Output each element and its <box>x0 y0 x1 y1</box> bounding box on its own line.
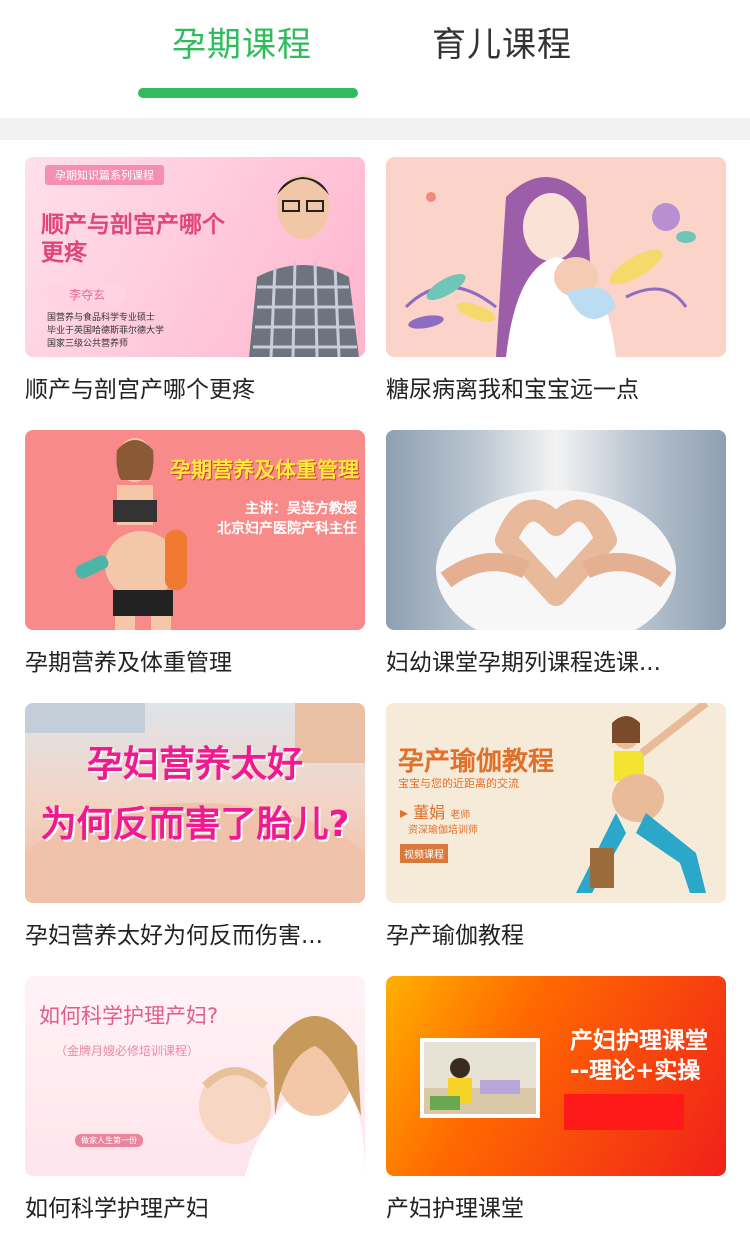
course-title[interactable]: 顺产与剖宫产哪个更疼 <box>25 374 365 406</box>
series-tag: 孕期知识篇系列课程 <box>45 165 164 185</box>
course-card[interactable]: 孕期知识篇系列课程 顺产与剖宫产哪个更疼 李夺玄 国营养与食品科学专业硕士 毕业… <box>25 157 365 403</box>
lecturer-photo <box>249 175 359 357</box>
course-thumbnail[interactable]: 孕产瑜伽教程 宝宝与您的近距离的交流 ▸ 董娟 老师 资深瑜伽培训师 视频课程 <box>386 703 726 903</box>
active-tab-indicator <box>138 88 358 98</box>
course-card[interactable]: 糖尿病离我和宝宝远一点 <box>386 157 726 403</box>
thumbnail-headline: 顺产与剖宫产哪个更疼 <box>41 212 225 266</box>
course-title[interactable]: 妇幼课堂孕期列课程选课... <box>386 647 726 679</box>
thumbnail-headline-line1: 孕妇营养太好 <box>86 744 303 785</box>
care-class-photo <box>420 1038 540 1118</box>
lecturer-title-line: 北京妇产医院产科主任 <box>217 521 357 537</box>
tab-pregnancy-courses[interactable]: 孕期课程 <box>172 22 312 68</box>
course-thumbnail[interactable]: 产妇护理课堂 --理论+实操 <box>386 976 726 1176</box>
lecturer-bio: 国营养与食品科学专业硕士 毕业于英国哈德斯菲尔德大学 国家三级公共营养师 <box>47 313 165 349</box>
mother-baby-photo <box>199 1016 365 1176</box>
course-card[interactable]: 妇幼课堂孕期列课程选课... <box>386 430 726 676</box>
course-card[interactable]: 孕期营养及体重管理 主讲：吴连方教授 北京妇产医院产科主任 孕期营养及体重管理 <box>25 430 365 676</box>
course-thumbnail[interactable]: 如何科学护理产妇? （金牌月嫂必修培训课程） 做家人生第一份 <box>25 976 365 1176</box>
course-title[interactable]: 产妇护理课堂 <box>386 1193 726 1225</box>
course-thumbnail[interactable]: 孕妇营养太好 为何反而害了胎儿? <box>25 703 365 903</box>
mother-baby-illustration <box>404 177 696 357</box>
teacher-name: ▸ 董娟 老师 <box>400 803 471 822</box>
thumbnail-headline: 孕期营养及体重管理 <box>170 458 359 482</box>
course-thumbnail[interactable]: 孕期知识篇系列课程 顺产与剖宫产哪个更疼 李夺玄 国营养与食品科学专业硕士 毕业… <box>25 157 365 357</box>
heart-hands-photo <box>436 490 676 630</box>
thumbnail-badge: 做家人生第一份 <box>75 1134 143 1147</box>
red-banner <box>564 1094 684 1130</box>
course-title[interactable]: 孕期营养及体重管理 <box>25 647 365 679</box>
thumbnail-headline-line2: 为何反而害了胎儿? <box>40 804 350 845</box>
course-card[interactable]: 孕产瑜伽教程 宝宝与您的近距离的交流 ▸ 董娟 老师 资深瑜伽培训师 视频课程 … <box>386 703 726 949</box>
course-title[interactable]: 孕产瑜伽教程 <box>386 920 726 952</box>
thumbnail-headline: 产妇护理课堂 --理论+实操 <box>570 1028 708 1084</box>
teacher-role: 资深瑜伽培训师 <box>408 825 478 836</box>
course-tab-bar: 孕期课程 育儿课程 <box>0 0 750 118</box>
course-card[interactable]: 产妇护理课堂 --理论+实操 产妇护理课堂 <box>386 976 726 1222</box>
section-divider <box>0 118 750 140</box>
course-title[interactable]: 孕妇营养太好为何反而伤害... <box>25 920 365 952</box>
course-title[interactable]: 如何科学护理产妇 <box>25 1193 365 1225</box>
thumbnail-headline: 孕产瑜伽教程 <box>398 747 555 777</box>
lecturer-name: 李夺玄 <box>47 284 128 305</box>
course-thumbnail[interactable]: 孕期营养及体重管理 主讲：吴连方教授 北京妇产医院产科主任 <box>25 430 365 630</box>
thumbnail-subtitle: 宝宝与您的近距离的交流 <box>398 777 519 790</box>
video-course-badge: 视频课程 <box>400 844 448 863</box>
lecturer-line: 主讲：吴连方教授 <box>245 501 357 517</box>
yoga-pose-photo <box>576 703 709 893</box>
tab-parenting-courses[interactable]: 育儿课程 <box>432 22 572 68</box>
course-card[interactable]: 孕妇营养太好 为何反而害了胎儿? 孕妇营养太好为何反而伤害... <box>25 703 365 949</box>
course-thumbnail[interactable] <box>386 157 726 357</box>
course-thumbnail[interactable] <box>386 430 726 630</box>
course-title[interactable]: 糖尿病离我和宝宝远一点 <box>386 374 726 406</box>
thumbnail-subtitle: （金牌月嫂必修培训课程） <box>55 1044 200 1058</box>
course-card[interactable]: 如何科学护理产妇? （金牌月嫂必修培训课程） 做家人生第一份 如何科学护理产妇 <box>25 976 365 1222</box>
